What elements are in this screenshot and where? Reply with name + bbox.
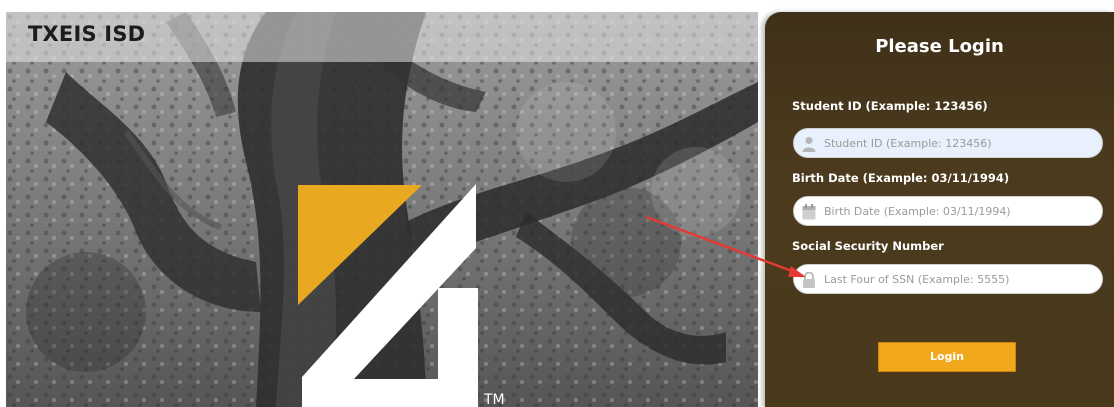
trademark-label: TM (484, 392, 505, 407)
user-icon (802, 137, 816, 152)
ssn-input[interactable] (824, 265, 1094, 293)
login-title: Please Login (875, 36, 1004, 57)
header-banner: TXEIS ISD (6, 12, 758, 62)
birth-date-input[interactable] (824, 197, 1094, 225)
birth-date-label: Birth Date (Example: 03/11/1994) (792, 171, 1010, 185)
page: TXEIS ISD TM Please Login Student ID (Ex… (0, 0, 1114, 407)
ssn-label: Social Security Number (792, 239, 944, 253)
student-id-input[interactable] (824, 129, 1094, 157)
student-id-label: Student ID (Example: 123456) (792, 99, 988, 113)
ssn-field[interactable] (793, 264, 1103, 294)
calendar-icon (802, 204, 816, 220)
hero-image: TXEIS ISD TM (6, 12, 758, 407)
student-id-field[interactable] (793, 128, 1103, 158)
lock-icon (803, 272, 815, 288)
district-title: TXEIS ISD (28, 22, 146, 46)
birth-date-field[interactable] (793, 196, 1103, 226)
login-panel: Please Login Student ID (Example: 123456… (765, 12, 1114, 407)
login-button[interactable]: Login (878, 342, 1016, 372)
ascender-logo-icon (298, 184, 478, 407)
